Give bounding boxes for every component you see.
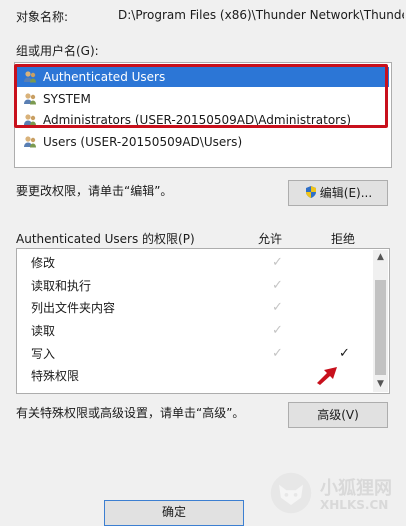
shield-icon (305, 186, 316, 198)
watermark-url: XHLKS.CN (320, 498, 389, 512)
edit-hint: 要更改权限，请单击“编辑”。 (16, 184, 173, 198)
permission-row: 特殊权限 (31, 366, 79, 386)
deny-header: 拒绝 (331, 232, 356, 246)
red-arrow-icon (317, 367, 337, 385)
advanced-button-label: 高级(V) (317, 408, 359, 422)
ok-button[interactable]: 确定 (104, 500, 244, 526)
permissions-list[interactable]: 修改 ✓ 读取和执行 ✓ 列出文件夹内容 ✓ 读取 ✓ 写入 ✓ ✓ 特殊权限 … (16, 248, 390, 394)
watermark: 小狐狸网 XHLKS.CN (260, 468, 400, 518)
edit-button-label: 编辑(E)... (319, 186, 373, 200)
groups-label: 组或用户名(G): (16, 44, 99, 58)
permission-row: 写入 (31, 344, 55, 364)
list-item-users[interactable]: Users (USER-20150509AD\Users) (17, 132, 242, 152)
scroll-up-icon[interactable]: ▲ (376, 253, 385, 262)
permission-label: 列出文件夹内容 (31, 301, 116, 315)
watermark-title: 小狐狸网 (320, 478, 392, 499)
permission-label: 特殊权限 (31, 369, 80, 383)
advanced-hint: 有关特殊权限或高级设置，请单击“高级”。 (16, 406, 245, 420)
object-name-label: 对象名称: (16, 10, 69, 24)
allow-check-icon: ✓ (272, 278, 283, 293)
permission-label: 写入 (31, 347, 56, 361)
edit-button[interactable]: 编辑(E)... (288, 180, 388, 206)
list-item-label: Users (USER-20150509AD\Users) (43, 135, 243, 149)
permission-label: 修改 (31, 256, 56, 270)
advanced-button[interactable]: 高级(V) (288, 402, 388, 428)
deny-check-icon: ✓ (339, 346, 350, 361)
permission-row: 读取 (31, 321, 55, 341)
permission-row: 列出文件夹内容 (31, 298, 115, 318)
permission-label: 读取和执行 (31, 279, 92, 293)
scroll-thumb[interactable] (375, 280, 386, 375)
allow-check-icon: ✓ (272, 323, 283, 338)
permission-label: 读取 (31, 324, 56, 338)
permissions-title: Authenticated Users 的权限(P) (16, 232, 195, 246)
allow-header: 允许 (258, 232, 283, 246)
scroll-down-icon[interactable]: ▼ (376, 380, 385, 389)
ok-button-label: 确定 (161, 505, 186, 519)
allow-check-icon: ✓ (272, 346, 283, 361)
allow-check-icon: ✓ (272, 255, 283, 270)
object-name-value: D:\Program Files (x86)\Thunder Network\T… (118, 8, 404, 22)
permissions-scrollbar[interactable]: ▲ ▼ (373, 250, 388, 392)
red-highlight-box (14, 64, 388, 128)
users-icon (24, 136, 36, 148)
fox-logo-icon (270, 472, 312, 514)
permission-row: 修改 (31, 253, 55, 273)
permission-row: 读取和执行 (31, 276, 91, 296)
allow-check-icon: ✓ (272, 300, 283, 315)
